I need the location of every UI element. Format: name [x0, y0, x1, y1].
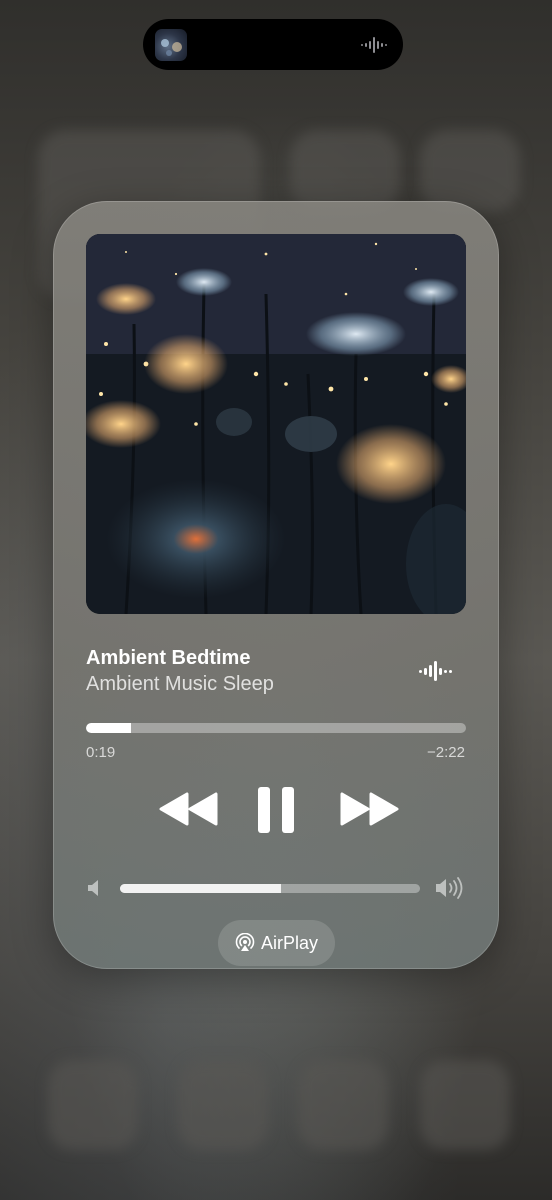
track-title: Ambient Bedtime	[86, 647, 251, 669]
speaker-low-icon	[88, 880, 98, 896]
playback-scrubber[interactable]	[86, 723, 466, 733]
track-artist[interactable]: Ambient Music Sleep	[86, 673, 274, 696]
blurred-dock-icon	[48, 1060, 138, 1150]
blurred-widget	[290, 130, 400, 212]
album-artwork	[86, 234, 466, 614]
speaker-high-icon	[436, 877, 463, 899]
album-thumbnail	[155, 29, 187, 61]
airplay-button[interactable]: AirPlay	[218, 920, 335, 966]
elapsed-time: 0:19	[86, 744, 116, 761]
pause-icon[interactable]	[256, 785, 296, 835]
blurred-dock-icon	[298, 1060, 388, 1150]
waveform-icon[interactable]	[419, 659, 453, 683]
airplay-icon	[235, 933, 255, 951]
volume-level	[120, 884, 281, 893]
remaining-time: −2:22	[427, 744, 465, 761]
blurred-dock-icon	[178, 1060, 268, 1150]
waveform-icon	[361, 37, 387, 53]
now-playing-card: Ambient Bedtime Ambient Music Sleep 0:19…	[53, 201, 499, 969]
backward-icon[interactable]	[158, 791, 220, 827]
playback-progress	[86, 723, 131, 733]
volume-slider[interactable]	[120, 884, 420, 893]
forward-icon[interactable]	[338, 791, 400, 827]
blurred-widget	[420, 130, 520, 212]
airplay-label: AirPlay	[260, 932, 318, 953]
dynamic-island[interactable]	[143, 19, 403, 70]
blurred-dock-icon	[420, 1060, 510, 1150]
